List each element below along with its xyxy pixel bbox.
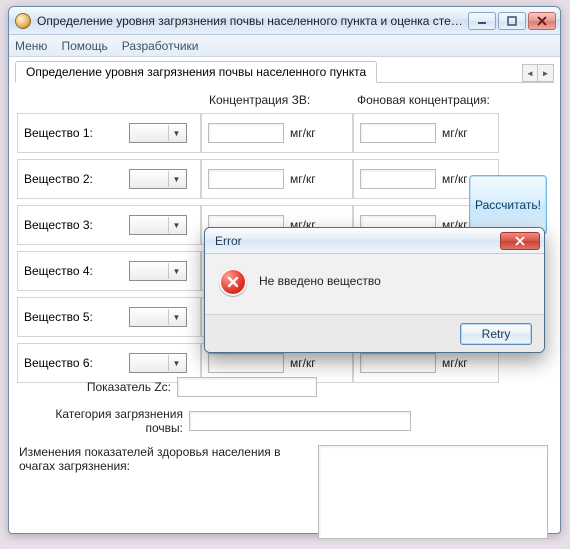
health-input[interactable] <box>318 445 548 533</box>
concentration-input-2[interactable] <box>208 169 284 189</box>
category-label: Категория загрязнения почвы: <box>19 407 183 435</box>
substance-label-1: Вещество 1: <box>17 113 123 153</box>
lower-panel: Показатель Zc: Категория загрязнения поч… <box>19 377 548 533</box>
unit-label: мг/кг <box>442 172 468 186</box>
concentration-cell-2: мг/кг <box>201 159 353 199</box>
tab-nav: ◄ ► <box>522 64 554 82</box>
titlebar[interactable]: Определение уровня загрязнения почвы нас… <box>9 7 560 35</box>
tab-prev-button[interactable]: ◄ <box>522 64 538 82</box>
unit-label: мг/кг <box>442 356 468 370</box>
substance-label-4: Вещество 4: <box>17 251 123 291</box>
background-cell-1: мг/кг <box>353 113 499 153</box>
substance-select-4[interactable]: ▼ <box>129 261 187 281</box>
chevron-down-icon: ▼ <box>168 125 184 141</box>
substance-row-select-2: ▼ <box>123 159 201 199</box>
concentration-input-6[interactable] <box>208 353 284 373</box>
dialog-title: Error <box>215 234 500 248</box>
zc-input[interactable] <box>177 377 317 397</box>
grid-header: Концентрация ЗВ: Фоновая концентрация: <box>17 93 552 113</box>
chevron-down-icon: ▼ <box>168 263 184 279</box>
category-input[interactable] <box>189 411 411 431</box>
substance-select-5[interactable]: ▼ <box>129 307 187 327</box>
error-icon <box>219 268 247 296</box>
minimize-button[interactable] <box>468 12 496 30</box>
concentration-input-1[interactable] <box>208 123 284 143</box>
unit-label: мг/кг <box>442 126 468 140</box>
app-icon <box>15 13 31 29</box>
chevron-down-icon: ▼ <box>168 309 184 325</box>
substance-select-6[interactable]: ▼ <box>129 353 187 373</box>
header-concentration: Концентрация ЗВ: <box>201 93 353 113</box>
health-label: Изменения показателей здоровья населения… <box>19 445 312 473</box>
unit-label: мг/кг <box>290 356 316 370</box>
dialog-close-button[interactable] <box>500 232 540 250</box>
window-controls <box>468 12 560 30</box>
menu-item-menu[interactable]: Меню <box>15 39 47 53</box>
background-input-2[interactable] <box>360 169 436 189</box>
background-input-6[interactable] <box>360 353 436 373</box>
substance-row-select-5: ▼ <box>123 297 201 337</box>
substance-select-1[interactable]: ▼ <box>129 123 187 143</box>
substance-label-2: Вещество 2: <box>17 159 123 199</box>
substance-row-select-4: ▼ <box>123 251 201 291</box>
menu-item-devs[interactable]: Разработчики <box>122 39 199 53</box>
retry-button[interactable]: Retry <box>460 323 532 345</box>
menu-item-help[interactable]: Помощь <box>61 39 107 53</box>
header-background: Фоновая концентрация: <box>353 93 499 113</box>
dialog-body: Не введено вещество <box>205 254 544 314</box>
unit-label: мг/кг <box>290 172 316 186</box>
chevron-down-icon: ▼ <box>168 171 184 187</box>
substance-row-select-3: ▼ <box>123 205 201 245</box>
unit-label: мг/кг <box>290 126 316 140</box>
dialog-footer: Retry <box>205 314 544 352</box>
maximize-button[interactable] <box>498 12 526 30</box>
calculate-button[interactable]: Рассчитать! <box>469 175 547 235</box>
menubar: Меню Помощь Разработчики <box>9 35 560 57</box>
dialog-titlebar[interactable]: Error <box>205 228 544 254</box>
tab-next-button[interactable]: ► <box>538 64 554 82</box>
substance-label-3: Вещество 3: <box>17 205 123 245</box>
concentration-cell-1: мг/кг <box>201 113 353 153</box>
substance-row-select-1: ▼ <box>123 113 201 153</box>
substance-select-2[interactable]: ▼ <box>129 169 187 189</box>
tabstrip: Определение уровня загрязнения почвы нас… <box>15 61 554 83</box>
tab-main[interactable]: Определение уровня загрязнения почвы нас… <box>15 61 377 83</box>
chevron-down-icon: ▼ <box>168 355 184 371</box>
close-button[interactable] <box>528 12 556 30</box>
substance-label-5: Вещество 5: <box>17 297 123 337</box>
window-title: Определение уровня загрязнения почвы нас… <box>37 14 468 28</box>
dialog-message: Не введено вещество <box>259 268 381 288</box>
background-input-1[interactable] <box>360 123 436 143</box>
substance-select-3[interactable]: ▼ <box>129 215 187 235</box>
zc-label: Показатель Zc: <box>19 380 171 394</box>
error-dialog: Error Не введено вещество Retry <box>204 227 545 353</box>
chevron-down-icon: ▼ <box>168 217 184 233</box>
